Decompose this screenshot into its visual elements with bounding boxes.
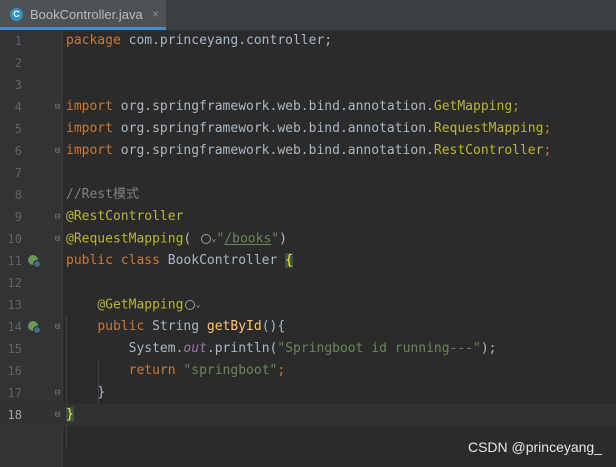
static-field: out [183, 341, 207, 356]
semicolon: ; [543, 143, 552, 158]
url-link[interactable]: /books [224, 232, 271, 247]
tab-bookcontroller[interactable]: C BookController.java × [0, 0, 166, 30]
code-line[interactable]: 12 [0, 272, 616, 294]
class-name: RequestMapping [433, 121, 544, 136]
editor-tab-bar: C BookController.java × [0, 0, 616, 31]
keyword: class [120, 253, 160, 268]
line-number: 2 [14, 56, 22, 70]
fold-icon[interactable]: ⊟ [55, 213, 64, 222]
code-text: org.springframework.web.bind.annotation. [112, 121, 434, 136]
spring-bean-icon[interactable] [27, 320, 41, 334]
line-number: 6 [14, 144, 22, 158]
line-number: 7 [14, 166, 22, 180]
code-text: .println( [206, 341, 278, 356]
annotation: @RequestMapping [66, 231, 184, 247]
keyword: import [66, 99, 113, 114]
keyword: return [128, 363, 176, 378]
code-text: (){ [261, 319, 286, 334]
code-editor[interactable]: 1 package com.princeyang.controller; 2 3… [0, 30, 616, 467]
class-c-icon: C [10, 8, 23, 21]
brace: } [66, 407, 74, 422]
line-number: 8 [14, 188, 22, 202]
fold-icon[interactable]: ⊟ [55, 103, 64, 112]
tab-label: BookController.java [30, 7, 143, 22]
line-number: 10 [7, 232, 22, 246]
code-line[interactable]: 3 [0, 74, 616, 96]
line-number: 9 [14, 210, 22, 224]
string-literal: "Springboot id running---" [277, 341, 481, 356]
code-line[interactable]: 2 [0, 52, 616, 74]
semicolon: ; [543, 121, 552, 136]
type: String [144, 319, 207, 334]
paren: ( [183, 231, 200, 247]
code-line[interactable]: 8 //Rest模式 [0, 184, 616, 206]
keyword: import [66, 121, 113, 136]
class-name: BookController [159, 253, 286, 268]
keyword: public [97, 319, 145, 334]
paren: ) [279, 231, 287, 247]
code-text: org.springframework.web.bind.annotation. [112, 99, 434, 114]
annotation: @GetMapping [97, 297, 184, 313]
code-line[interactable]: 7 [0, 162, 616, 184]
close-icon[interactable]: × [152, 7, 159, 21]
semicolon: ; [277, 363, 286, 378]
globe-icon[interactable] [185, 300, 196, 310]
code-line[interactable]: 15 System.out.println("Springboot id run… [0, 338, 616, 360]
class-name: GetMapping [433, 99, 513, 114]
spring-bean-icon[interactable] [27, 254, 41, 268]
keyword: package [66, 33, 121, 48]
code-line[interactable]: 14 ⊟ public String getById(){ [0, 316, 616, 338]
brace: } [97, 385, 106, 400]
line-number: 11 [7, 254, 22, 268]
code-line[interactable]: 10 ⊟ @RequestMapping( ⌄"/books") [0, 228, 616, 250]
line-number: 12 [7, 276, 22, 290]
chevron-down-icon[interactable]: ⌄ [195, 300, 200, 310]
string-quote: " [271, 231, 280, 247]
fold-icon[interactable]: ⊟ [55, 235, 64, 244]
fold-icon[interactable]: ⊟ [55, 323, 64, 332]
brace: { [285, 253, 293, 268]
code-text: System. [128, 341, 184, 356]
line-number: 3 [14, 78, 22, 92]
code-text: org.springframework.web.bind.annotation. [112, 143, 434, 158]
annotation: @RestController [66, 209, 184, 224]
code-line[interactable]: 16 return "springboot"; [0, 360, 616, 382]
comment: //Rest模式 [66, 187, 139, 202]
code-line[interactable]: 13 @GetMapping ⌄ [0, 294, 616, 316]
fold-icon[interactable]: ⊟ [55, 147, 64, 156]
code-text: com.princeyang.controller; [120, 33, 333, 48]
code-line-current[interactable]: 18 ⊟ } [0, 404, 616, 426]
line-number: 13 [7, 298, 22, 312]
class-name: RestController [433, 143, 544, 158]
fold-icon[interactable]: ⊟ [55, 389, 64, 398]
line-number: 5 [14, 122, 22, 136]
code-text: ); [480, 341, 497, 356]
code-line[interactable]: 4 ⊟ import org.springframework.web.bind.… [0, 96, 616, 118]
line-number: 15 [7, 342, 22, 356]
keyword: import [66, 143, 113, 158]
code-line[interactable]: 17 ⊟ } [0, 382, 616, 404]
globe-icon[interactable] [201, 234, 212, 244]
fold-icon[interactable]: ⊟ [55, 411, 64, 420]
watermark: CSDN @princeyang_ [467, 439, 602, 455]
code-line[interactable]: 11 public class BookController { [0, 250, 616, 272]
code-line[interactable]: 5 import org.springframework.web.bind.an… [0, 118, 616, 140]
line-number: 17 [7, 386, 22, 400]
code-line[interactable]: 6 ⊟ import org.springframework.web.bind.… [0, 140, 616, 162]
line-number: 16 [7, 364, 22, 378]
line-number: 1 [14, 34, 22, 48]
string-literal: "springboot" [183, 363, 278, 378]
line-number: 18 [7, 408, 22, 422]
line-number: 14 [7, 320, 22, 334]
code-line[interactable]: 1 package com.princeyang.controller; [0, 30, 616, 52]
line-number: 4 [14, 100, 22, 114]
semicolon: ; [512, 99, 520, 114]
code-line[interactable]: 9 ⊟ @RestController [0, 206, 616, 228]
method-name: getById [206, 319, 262, 334]
keyword: public [66, 253, 113, 268]
